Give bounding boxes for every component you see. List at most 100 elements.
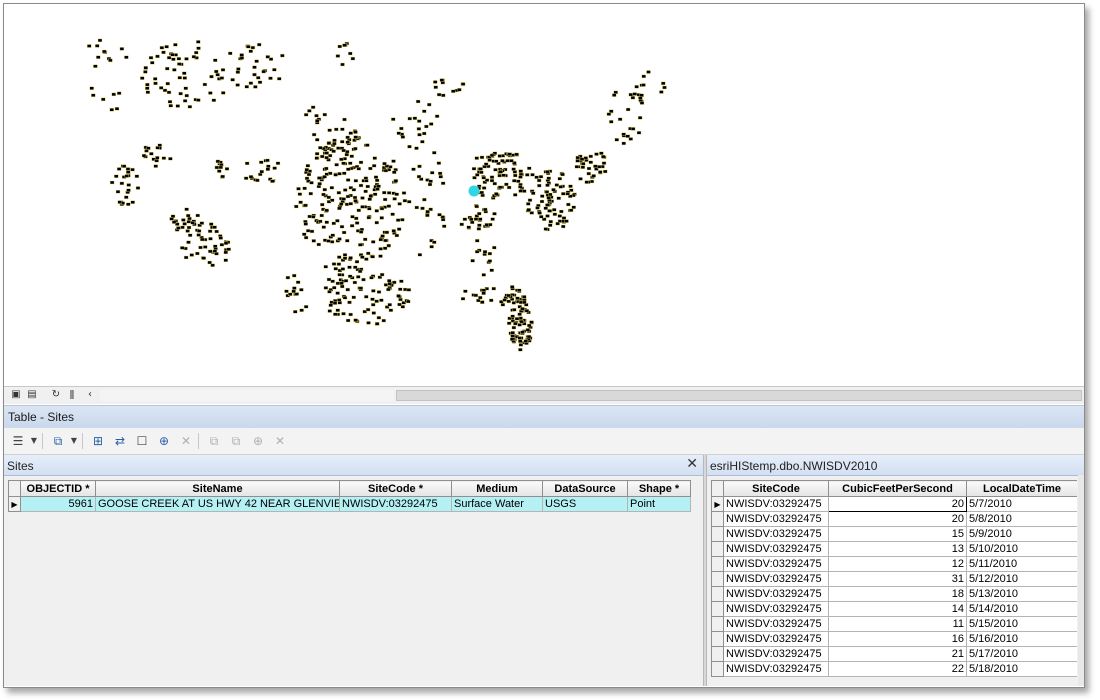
site-point[interactable]: [376, 184, 381, 189]
site-point[interactable]: [318, 219, 323, 224]
site-point[interactable]: [336, 146, 341, 150]
site-point[interactable]: [335, 219, 340, 223]
site-point[interactable]: [510, 331, 515, 335]
site-point[interactable]: [510, 314, 515, 318]
site-point[interactable]: [548, 223, 553, 227]
site-point[interactable]: [100, 97, 106, 102]
site-point[interactable]: [526, 207, 531, 212]
sitecode-cell[interactable]: NWISDV:03292475: [723, 526, 829, 542]
site-point[interactable]: [429, 244, 434, 249]
site-point[interactable]: [482, 250, 488, 254]
site-point[interactable]: [266, 164, 271, 169]
site-point[interactable]: [383, 283, 389, 287]
site-point[interactable]: [339, 157, 344, 162]
site-point[interactable]: [451, 89, 456, 93]
site-point[interactable]: [557, 214, 562, 218]
site-point[interactable]: [383, 168, 389, 173]
site-point[interactable]: [492, 181, 497, 186]
site-point[interactable]: [328, 171, 333, 176]
site-point[interactable]: [119, 47, 125, 51]
site-point[interactable]: [422, 109, 427, 114]
site-point[interactable]: [214, 165, 220, 170]
site-point[interactable]: [198, 245, 203, 250]
site-point[interactable]: [178, 91, 183, 96]
site-point[interactable]: [512, 179, 517, 183]
site-point[interactable]: [506, 185, 512, 190]
site-point[interactable]: [424, 124, 429, 129]
site-point[interactable]: [215, 73, 220, 77]
copy-icon[interactable]: ⧉: [206, 433, 222, 449]
site-point[interactable]: [537, 183, 542, 188]
horizontal-scrollbar-thumb[interactable]: [396, 390, 1082, 401]
site-point[interactable]: [265, 158, 270, 163]
site-point[interactable]: [390, 212, 395, 216]
row-selector[interactable]: [711, 661, 724, 677]
site-point[interactable]: [483, 207, 488, 212]
site-point[interactable]: [494, 192, 499, 196]
site-point[interactable]: [116, 167, 122, 171]
site-point[interactable]: [527, 323, 532, 328]
site-point[interactable]: [490, 217, 495, 221]
site-point[interactable]: [552, 207, 557, 212]
site-point[interactable]: [323, 286, 329, 290]
site-point[interactable]: [571, 205, 576, 210]
site-point[interactable]: [185, 213, 191, 218]
site-point[interactable]: [506, 299, 511, 304]
site-point[interactable]: [470, 258, 475, 263]
site-point[interactable]: [379, 206, 385, 211]
site-point[interactable]: [196, 98, 201, 102]
site-point[interactable]: [554, 183, 559, 187]
site-point[interactable]: [513, 321, 518, 326]
site-point[interactable]: [376, 316, 382, 320]
site-point[interactable]: [513, 173, 518, 178]
site-point[interactable]: [154, 159, 159, 163]
site-point[interactable]: [347, 265, 352, 269]
site-point[interactable]: [395, 218, 401, 222]
site-point[interactable]: [322, 175, 327, 179]
site-point[interactable]: [214, 69, 219, 74]
site-point[interactable]: [91, 93, 96, 98]
site-point[interactable]: [617, 117, 623, 122]
site-point[interactable]: [393, 179, 399, 183]
site-point[interactable]: [342, 296, 348, 300]
site-point[interactable]: [214, 229, 219, 234]
site-point[interactable]: [324, 166, 329, 171]
site-point[interactable]: [121, 164, 127, 168]
zoom-to-selected-icon[interactable]: ⊕: [156, 433, 172, 449]
site-point[interactable]: [114, 106, 120, 111]
site-point[interactable]: [583, 156, 588, 160]
site-point[interactable]: [527, 198, 533, 202]
table-row[interactable]: NWISDV:03292475 11 5/15/2010: [711, 616, 1077, 632]
site-point[interactable]: [539, 215, 544, 219]
site-point[interactable]: [256, 42, 262, 47]
column-header-sitecode[interactable]: SiteCode: [723, 480, 829, 497]
site-point[interactable]: [433, 85, 438, 89]
site-point[interactable]: [332, 301, 338, 305]
site-point[interactable]: [130, 200, 135, 204]
site-point[interactable]: [219, 76, 225, 80]
site-point[interactable]: [492, 212, 497, 216]
site-point[interactable]: [223, 250, 229, 255]
site-point[interactable]: [302, 232, 307, 237]
site-point[interactable]: [518, 343, 524, 347]
site-point[interactable]: [307, 109, 312, 113]
site-point[interactable]: [336, 190, 342, 195]
row-selector[interactable]: [711, 526, 724, 542]
site-point[interactable]: [353, 318, 358, 322]
current-row-indicator-icon[interactable]: ▶: [8, 496, 21, 512]
site-point[interactable]: [114, 174, 119, 179]
site-point[interactable]: [477, 211, 482, 216]
site-point[interactable]: [481, 291, 486, 295]
site-point[interactable]: [219, 243, 225, 247]
table-row[interactable]: NWISDV:03292475 18 5/13/2010: [711, 586, 1077, 602]
site-point[interactable]: [531, 191, 536, 196]
site-point[interactable]: [212, 244, 218, 249]
selected-site-point[interactable]: [468, 185, 480, 197]
site-point[interactable]: [326, 239, 331, 243]
column-header-sitename[interactable]: SiteName: [95, 480, 340, 497]
site-point[interactable]: [343, 188, 348, 192]
site-point[interactable]: [356, 167, 361, 171]
site-point[interactable]: [539, 199, 545, 204]
site-point[interactable]: [341, 312, 346, 316]
site-point[interactable]: [374, 220, 379, 225]
